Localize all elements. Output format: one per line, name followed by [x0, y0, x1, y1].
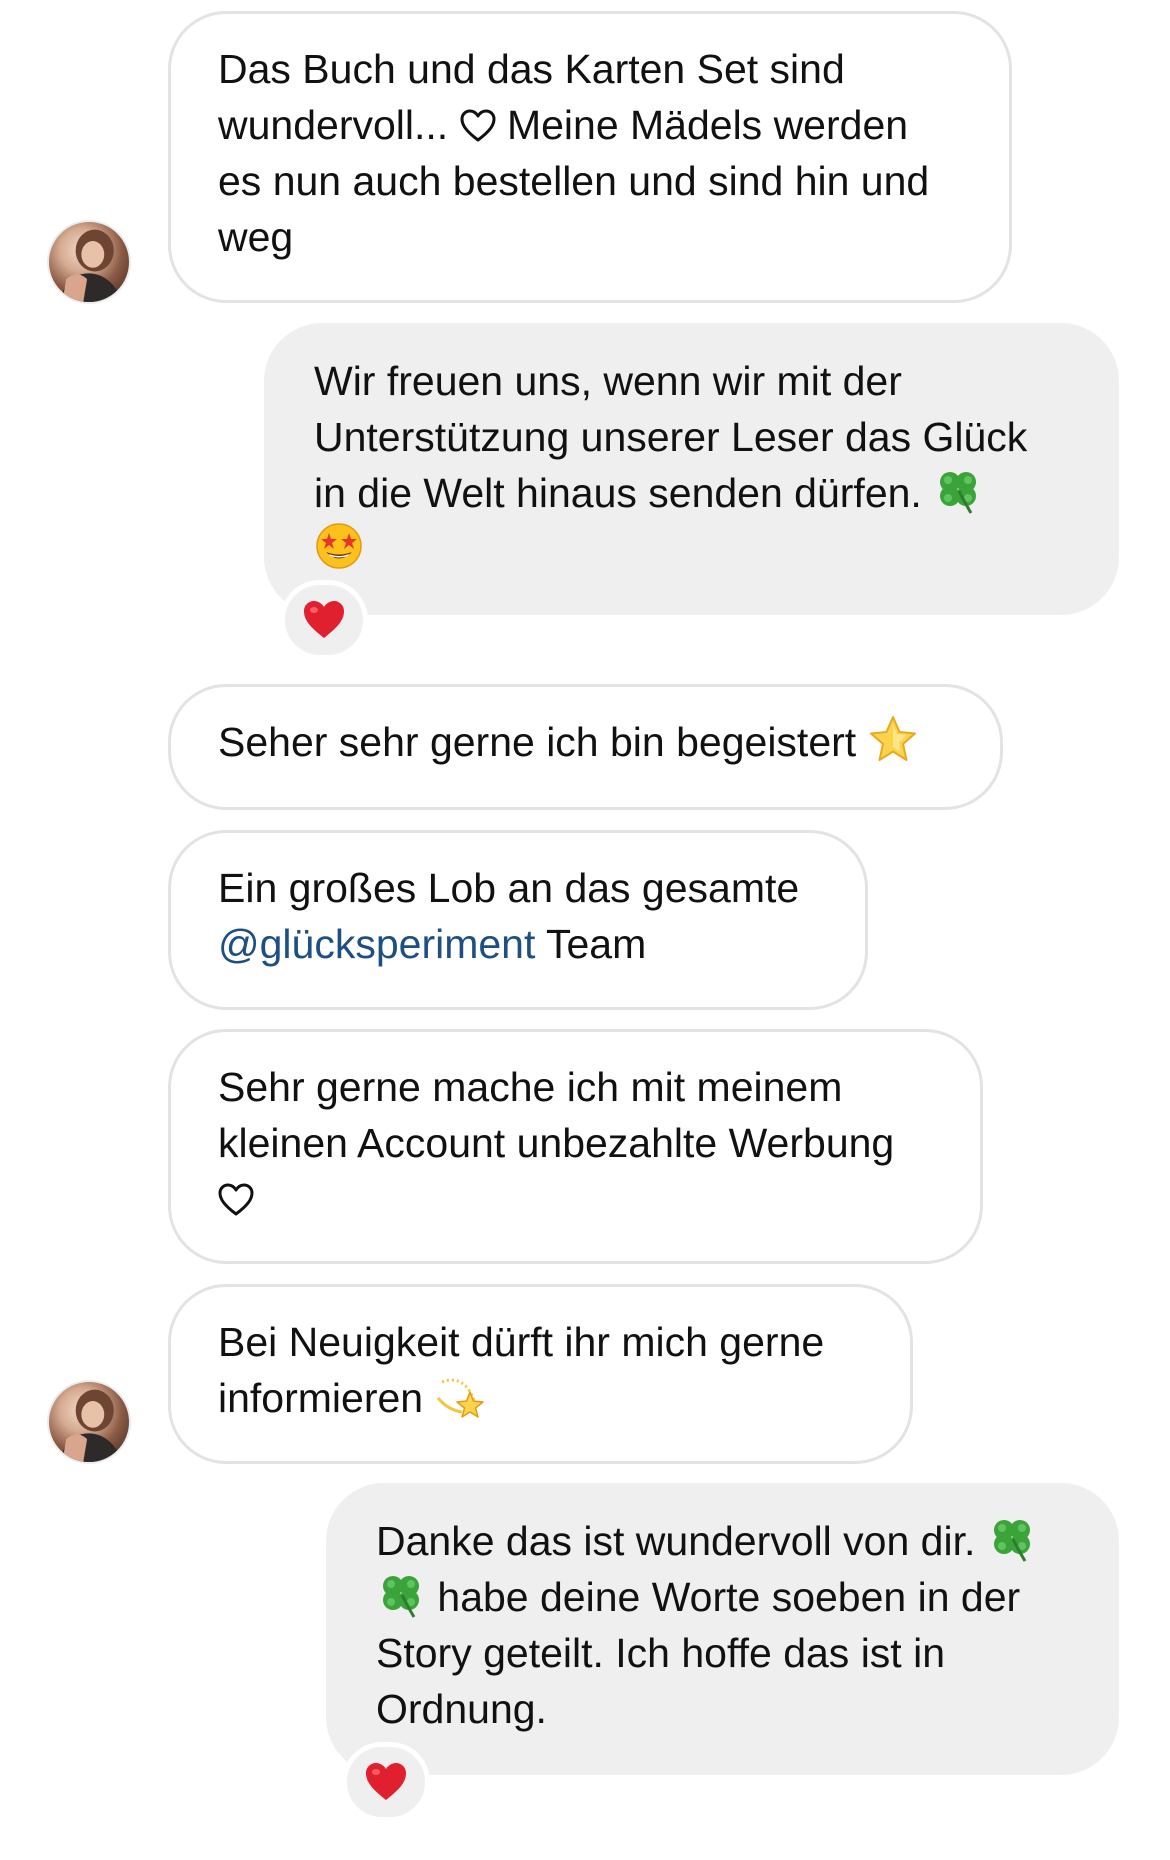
profile-photo-icon [58, 1389, 124, 1462]
message-bubble-received[interactable]: Ein großes Lob an das gesamte @glücksper… [168, 830, 868, 1010]
message-bubble-received[interactable]: Seher sehr gerne ich bin begeistert [168, 684, 1003, 810]
message-bubble-sent[interactable]: Wir freuen uns, wenn wir mit der Unterst… [264, 323, 1119, 615]
message-text: Sehr gerne mache ich mit meinem kleinen … [218, 1064, 895, 1166]
message-bubble-received[interactable]: Sehr gerne mache ich mit meinem kleinen … [168, 1029, 983, 1264]
message-bubble-received[interactable]: Bei Neuigkeit dürft ihr mich gerne infor… [168, 1284, 913, 1464]
dizzy-star-emoji [434, 1370, 485, 1420]
outline-heart-icon [218, 1183, 254, 1217]
message-text: Seher sehr gerne ich bin begeistert [218, 719, 868, 765]
message-text: Bei Neuigkeit dürft ihr mich gerne infor… [218, 1319, 825, 1421]
message-reaction[interactable] [342, 1742, 430, 1822]
outline-heart-icon [460, 109, 496, 143]
sender-avatar[interactable] [47, 220, 131, 304]
red-heart-emoji [304, 601, 344, 638]
red-heart-emoji [366, 1763, 406, 1800]
message-text: Team [535, 921, 647, 967]
message-text: Wir freuen uns, wenn wir mit der Unterst… [314, 358, 1028, 516]
star-emoji [868, 714, 918, 764]
four-leaf-clover-emoji [376, 1569, 426, 1619]
message-bubble-received[interactable]: Das Buch und das Karten Set sind wunderv… [168, 11, 1012, 303]
sender-avatar[interactable] [47, 1380, 131, 1464]
profile-photo-icon [58, 229, 124, 302]
four-leaf-clover-emoji [933, 465, 983, 515]
message-text: habe deine Worte soeben in der Story get… [376, 1574, 1021, 1732]
message-bubble-sent[interactable]: Danke das ist wundervoll von dir. habe d… [326, 1483, 1119, 1775]
message-text: Ein großes Lob an das gesamte [218, 865, 800, 911]
star-struck-face-emoji [314, 521, 364, 571]
four-leaf-clover-emoji [987, 1513, 1037, 1563]
message-text: Danke das ist wundervoll von dir. [376, 1518, 987, 1564]
user-mention-link[interactable]: @glücksperiment [218, 921, 535, 967]
message-reaction[interactable] [280, 580, 368, 660]
